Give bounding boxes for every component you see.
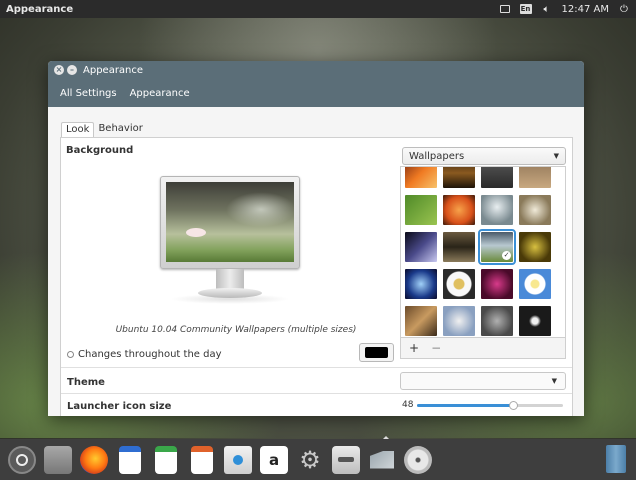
wallpaper-grey-forest[interactable] <box>481 167 513 188</box>
wallpaper-caption: Ubuntu 10.04 Community Wallpapers (multi… <box>115 325 357 335</box>
writer-icon[interactable] <box>119 445 141 474</box>
toggle-icon[interactable] <box>332 445 360 474</box>
appearance-icon[interactable] <box>368 446 396 474</box>
wallpaper-dark-flower[interactable] <box>519 306 551 336</box>
mail-icon[interactable] <box>499 3 511 15</box>
wallpaper-white-daisy-sky[interactable] <box>519 269 551 299</box>
look-panel: Background Ubuntu 10.04 Community Wallpa… <box>60 137 573 416</box>
files-icon[interactable] <box>44 445 72 474</box>
preview-light <box>226 192 294 227</box>
window-controls: × – <box>54 65 77 75</box>
calc-icon[interactable] <box>155 445 177 474</box>
window-title: Appearance <box>83 65 144 76</box>
breadcrumb-all-settings[interactable]: All Settings <box>60 88 117 99</box>
breadcrumb: All Settings Appearance <box>60 88 190 99</box>
dock: a ⚙ <box>0 439 636 480</box>
power-icon[interactable]: ⏻ <box>618 3 630 15</box>
software-center-icon[interactable] <box>224 445 252 474</box>
slider-fill <box>417 404 514 407</box>
add-wallpaper-button[interactable]: + <box>409 341 419 355</box>
titlebar: × – Appearance All Settings Appearance <box>48 61 584 107</box>
wallpaper-preview <box>166 182 294 262</box>
wallpaper-orange-leaves[interactable] <box>405 167 437 188</box>
ubuntu-logo-icon[interactable] <box>8 445 36 474</box>
top-panel: Appearance En 🔈︎ 12:47 AM ⏻ <box>0 0 636 18</box>
wallpaper-source-dropdown[interactable]: Wallpapers ▼ <box>402 147 566 165</box>
minimize-icon[interactable]: – <box>67 65 77 75</box>
launcher-icon-size-value: 48 <box>402 400 414 410</box>
tab-behavior[interactable]: Behavior <box>94 122 146 137</box>
amazon-icon[interactable]: a <box>260 445 288 474</box>
wallpaper-dandelion[interactable] <box>443 306 475 336</box>
wallpaper-daisy[interactable] <box>443 269 475 299</box>
tab-bar: Look Behavior <box>61 122 147 137</box>
remove-wallpaper-button[interactable]: − <box>431 341 441 355</box>
wallpaper-yellow-petals[interactable] <box>519 232 551 262</box>
appearance-window: × – Appearance All Settings Appearance L… <box>48 61 584 416</box>
clock[interactable]: 12:47 AM <box>562 4 609 15</box>
wallpaper-wood-grain[interactable] <box>443 232 475 262</box>
monitor-stand <box>216 269 244 289</box>
indicator-area: En 🔈︎ 12:47 AM ⏻ <box>499 3 630 15</box>
color-picker-button[interactable] <box>359 343 394 362</box>
monitor-base <box>198 288 262 298</box>
impress-icon[interactable] <box>191 445 213 474</box>
monitor-preview <box>160 176 300 304</box>
launcher-icon-size-label: Launcher icon size <box>67 401 172 412</box>
theme-dropdown[interactable]: ▼ <box>400 372 566 390</box>
wallpaper-brown-leaves[interactable] <box>405 306 437 336</box>
chevron-down-icon: ▼ <box>551 377 557 385</box>
wallpaper-thumbnails: ✓ <box>405 167 551 336</box>
wallpaper-blue-lights[interactable] <box>405 232 437 262</box>
wallpaper-pebbles[interactable] <box>481 306 513 336</box>
slider-handle[interactable] <box>509 401 519 410</box>
active-app-name: Appearance <box>6 3 74 15</box>
wallpaper-pink-flower[interactable] <box>481 269 513 299</box>
breadcrumb-appearance[interactable]: Appearance <box>130 88 190 99</box>
wallpaper-misty-light[interactable] <box>481 195 513 225</box>
changes-radio-icon[interactable] <box>67 351 74 358</box>
background-label: Background <box>66 145 134 156</box>
wallpaper-green-leaf[interactable] <box>405 195 437 225</box>
disc-icon[interactable] <box>404 445 432 474</box>
close-icon[interactable]: × <box>54 65 64 75</box>
monitor-frame <box>160 176 300 269</box>
wallpaper-blue-tunnel[interactable] <box>405 269 437 299</box>
trash-icon[interactable] <box>606 445 626 473</box>
chevron-down-icon: ▼ <box>553 152 559 160</box>
wallpaper-source-value: Wallpapers <box>409 150 465 162</box>
wallpaper-dark-sunset[interactable] <box>443 167 475 188</box>
preview-glow <box>186 228 206 237</box>
divider <box>61 367 572 368</box>
launcher-icon-size-slider[interactable] <box>417 401 563 410</box>
checkmark-icon: ✓ <box>502 251 511 260</box>
system-settings-icon[interactable]: ⚙ <box>296 446 324 474</box>
divider <box>61 393 572 394</box>
wallpaper-selected-green-field[interactable]: ✓ <box>478 229 516 265</box>
keyboard-layout-icon[interactable]: En <box>519 4 532 14</box>
wallpaper-actions: + − <box>400 338 566 359</box>
wallpaper-grid[interactable]: ✓ <box>400 166 566 338</box>
wallpaper-orange-flower[interactable] <box>443 195 475 225</box>
firefox-icon[interactable] <box>80 445 108 474</box>
wallpaper-sand[interactable] <box>519 167 551 188</box>
changes-label: Changes throughout the day <box>78 349 222 360</box>
tab-look[interactable]: Look <box>61 122 95 137</box>
changes-option[interactable]: Changes throughout the day <box>67 349 222 360</box>
volume-icon[interactable]: 🔈︎ <box>541 3 553 15</box>
wallpaper-white-flower[interactable] <box>519 195 551 225</box>
color-swatch <box>365 347 388 358</box>
theme-label: Theme <box>67 377 105 388</box>
